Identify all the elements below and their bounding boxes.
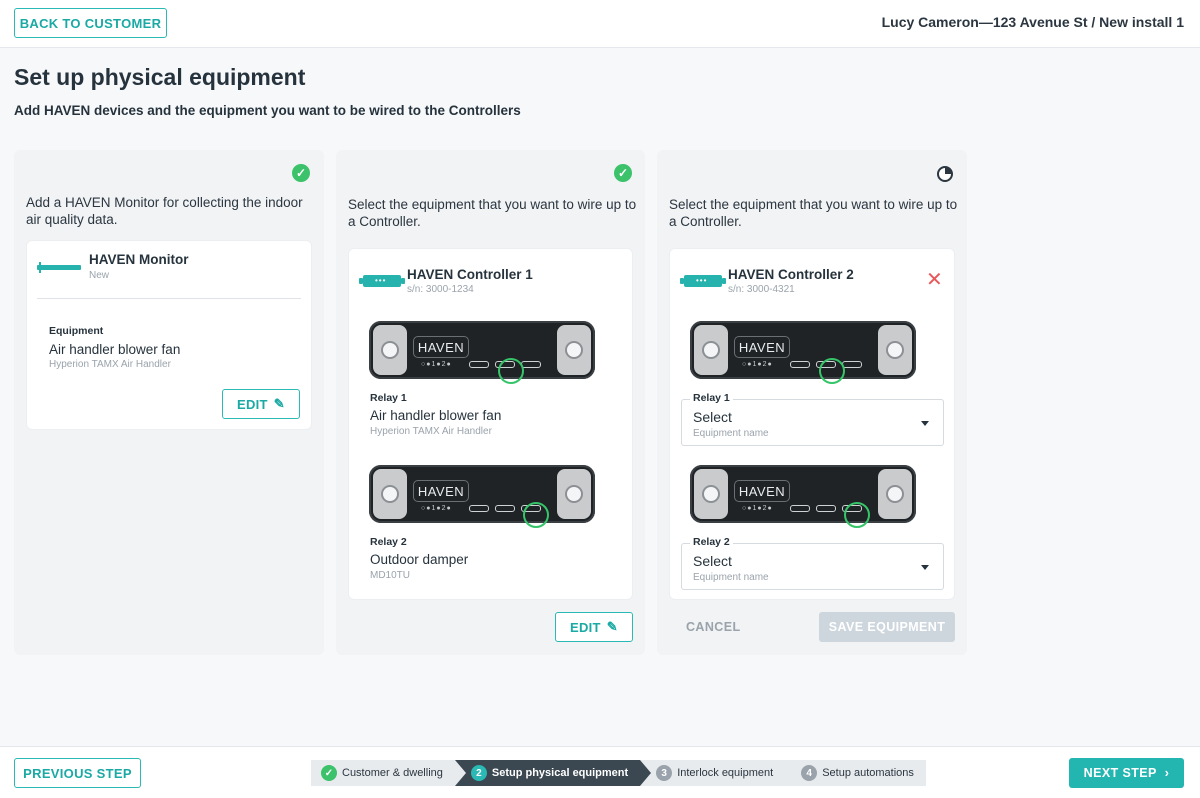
chevron-down-icon	[921, 421, 929, 426]
controller-diagram-relay2: HAVEN ○●1●2●	[369, 465, 595, 528]
relay1-label: Relay 1	[690, 392, 733, 404]
top-bar: BACK TO CUSTOMER Lucy Cameron—123 Avenue…	[0, 0, 1200, 48]
controller1-serial: s/n: 3000-1234	[407, 284, 474, 295]
step-number: 3	[656, 765, 673, 781]
controller2-card: ••• HAVEN Controller 2 s/n: 3000-4321 ✕ …	[669, 248, 955, 600]
page-subtitle: Add HAVEN devices and the equipment you …	[14, 103, 521, 118]
check-circle-icon: ✓	[292, 164, 310, 182]
controller1-edit-button[interactable]: EDIT ✎	[555, 612, 633, 642]
relay2-equipment-model: MD10TU	[370, 570, 411, 581]
controller-diagram-relay1: HAVEN ○●1●2●	[369, 321, 595, 384]
chevron-down-icon	[921, 565, 929, 570]
relay2-select-value: Select	[693, 553, 732, 569]
divider	[37, 298, 301, 299]
relay1-highlight	[819, 358, 845, 384]
relay1-equipment-select[interactable]: Relay 1 Select Equipment name	[681, 392, 944, 446]
next-step-label: NEXT STEP	[1083, 766, 1157, 780]
relay1-label: Relay 1	[370, 392, 407, 404]
controller1-name: HAVEN Controller 1	[407, 267, 533, 282]
chevron-right-icon: ›	[1164, 766, 1170, 780]
relay2-label: Relay 2	[690, 536, 733, 548]
relay2-highlight	[844, 502, 870, 528]
controller-logo: HAVEN	[734, 480, 790, 502]
equipment-model: Hyperion TAMX Air Handler	[49, 359, 171, 370]
controller-device-icon: •••	[359, 275, 405, 287]
monitor-description: Add a HAVEN Monitor for collecting the i…	[26, 195, 303, 227]
step-setup-physical-equipment[interactable]: 2 Setup physical equipment	[454, 760, 652, 786]
relay1-equipment-name: Air handler blower fan	[370, 408, 502, 423]
controller2-description: Select the equipment that you want to wi…	[669, 197, 958, 229]
step-label: Customer & dwelling	[342, 767, 443, 779]
relay2-equipment-select[interactable]: Relay 2 Select Equipment name	[681, 536, 944, 590]
controller-logo: HAVEN	[413, 336, 469, 358]
controller1-card: ••• HAVEN Controller 1 s/n: 3000-1234 HA…	[348, 248, 633, 600]
relay2-label: Relay 2	[370, 536, 407, 548]
step-number: 4	[801, 765, 818, 781]
controller-device-icon: •••	[680, 275, 726, 287]
monitor-card: HAVEN Monitor New Equipment Air handler …	[26, 240, 312, 430]
controller2-serial: s/n: 3000-4321	[728, 284, 795, 295]
step-label: Setup physical equipment	[491, 767, 629, 779]
equipment-label: Equipment	[49, 325, 104, 337]
cancel-button[interactable]: CANCEL	[686, 620, 740, 634]
pencil-icon: ✎	[606, 619, 618, 634]
step-label: Setup automations	[822, 767, 914, 779]
check-circle-icon: ✓	[614, 164, 632, 182]
controller-diagram-relay1: HAVEN ○●1●2●	[690, 321, 916, 384]
previous-step-button[interactable]: PREVIOUS STEP	[14, 758, 141, 788]
step-progress: ✓ Customer & dwelling 2 Setup physical e…	[311, 760, 926, 786]
relay2-highlight	[523, 502, 549, 528]
relay1-highlight	[498, 358, 524, 384]
relay1-equipment-model: Hyperion TAMX Air Handler	[370, 426, 492, 437]
controller-logo: HAVEN	[734, 336, 790, 358]
step-number: 2	[470, 765, 487, 781]
step-customer-dwelling[interactable]: ✓ Customer & dwelling	[311, 760, 466, 786]
step-label: Interlock equipment	[677, 767, 774, 779]
monitor-panel: ✓ Add a HAVEN Monitor for collecting the…	[14, 150, 324, 655]
monitor-name: HAVEN Monitor	[89, 252, 189, 267]
save-equipment-button[interactable]: SAVE EQUIPMENT	[819, 612, 955, 642]
relay2-equipment-name: Outdoor damper	[370, 552, 469, 567]
controller-logo: HAVEN	[413, 480, 469, 502]
back-to-customer-button[interactable]: BACK TO CUSTOMER	[14, 8, 167, 38]
step-interlock-equipment[interactable]: 3 Interlock equipment	[640, 760, 797, 786]
footer-bar: PREVIOUS STEP ✓ Customer & dwelling 2 Se…	[0, 746, 1200, 798]
remove-controller-icon[interactable]: ✕	[926, 270, 943, 290]
controller2-panel: Select the equipment that you want to wi…	[657, 150, 967, 655]
relay1-select-value: Select	[693, 409, 732, 425]
controller2-name: HAVEN Controller 2	[728, 267, 854, 282]
page-title: Set up physical equipment	[14, 64, 306, 90]
in-progress-icon	[937, 166, 953, 182]
check-circle-icon: ✓	[321, 765, 337, 781]
pencil-icon: ✎	[273, 396, 285, 411]
monitor-device-icon	[37, 262, 81, 273]
equipment-name: Air handler blower fan	[49, 342, 181, 357]
relay2-select-hint: Equipment name	[693, 572, 769, 583]
controller1-description: Select the equipment that you want to wi…	[348, 197, 637, 229]
breadcrumb: Lucy Cameron—123 Avenue St / New install…	[881, 14, 1184, 30]
controller-diagram-relay2: HAVEN ○●1●2●	[690, 465, 916, 528]
step-setup-automations[interactable]: 4 Setup automations	[785, 760, 926, 786]
edit-label: EDIT	[236, 396, 268, 412]
controller1-panel: ✓ Select the equipment that you want to …	[336, 150, 645, 655]
next-step-button[interactable]: NEXT STEP ›	[1069, 758, 1184, 788]
monitor-status: New	[89, 270, 110, 281]
relay1-select-hint: Equipment name	[693, 428, 769, 439]
edit-label: EDIT	[569, 619, 601, 635]
monitor-edit-button[interactable]: EDIT ✎	[222, 389, 300, 419]
